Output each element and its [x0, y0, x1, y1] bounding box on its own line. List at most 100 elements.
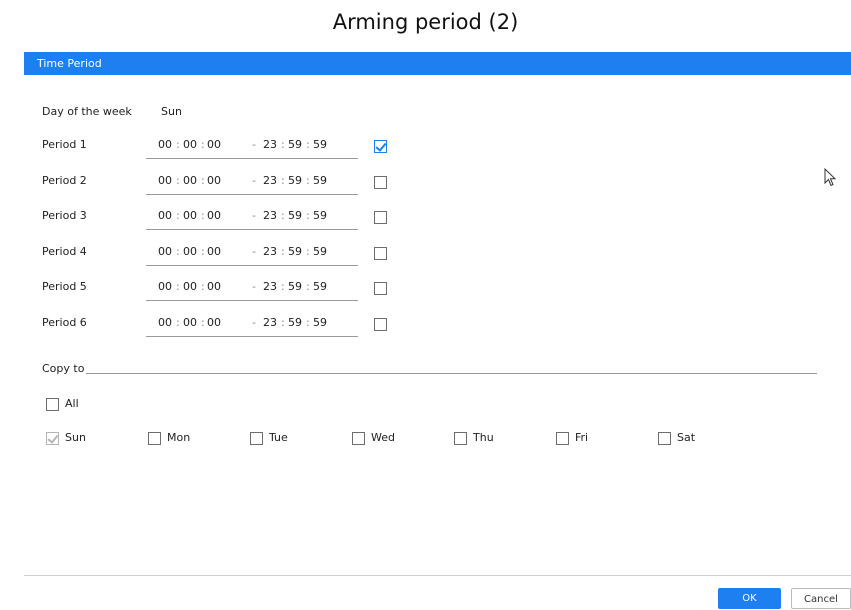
copy-day-checkbox[interactable] — [658, 432, 671, 445]
time-separator: : — [281, 209, 285, 222]
start-second-field[interactable]: 00 — [207, 245, 221, 258]
range-dash: - — [252, 209, 256, 222]
copy-to-label: Copy to — [42, 362, 85, 375]
day-of-week-label: Day of the week — [42, 105, 132, 118]
end-minute-field[interactable]: 59 — [288, 138, 302, 151]
range-dash: - — [252, 280, 256, 293]
ok-button[interactable]: OK — [718, 588, 781, 609]
range-dash: - — [252, 138, 256, 151]
end-hour-field[interactable]: 23 — [263, 138, 277, 151]
time-underline — [146, 158, 358, 159]
end-hour-field[interactable]: 23 — [263, 174, 277, 187]
copy-day-checkbox[interactable] — [148, 432, 161, 445]
start-hour-field[interactable]: 00 — [158, 209, 172, 222]
copy-day-label: Sun — [65, 431, 86, 444]
copy-day-checkbox[interactable] — [454, 432, 467, 445]
start-hour-field[interactable]: 00 — [158, 280, 172, 293]
time-separator: : — [306, 138, 310, 151]
end-second-field[interactable]: 59 — [313, 280, 327, 293]
range-dash: - — [252, 316, 256, 329]
start-minute-field[interactable]: 00 — [183, 316, 197, 329]
copy-day-label: Fri — [575, 431, 589, 444]
time-separator: : — [201, 138, 205, 151]
day-of-week-value: Sun — [161, 105, 182, 118]
period-row: Period 1 00:00:00-23:59:59 — [24, 138, 404, 162]
time-underline — [146, 229, 358, 230]
start-second-field[interactable]: 00 — [207, 138, 221, 151]
end-second-field[interactable]: 59 — [313, 245, 327, 258]
mouse-cursor-icon — [824, 168, 837, 187]
start-minute-field[interactable]: 00 — [183, 280, 197, 293]
time-separator: : — [281, 316, 285, 329]
time-separator: : — [176, 174, 180, 187]
time-separator: : — [281, 280, 285, 293]
copy-day-checkbox — [46, 432, 59, 445]
start-minute-field[interactable]: 00 — [183, 245, 197, 258]
time-period-dialog: Time Period Day of the week Sun Period 1… — [24, 52, 851, 609]
page-caption: Arming period (2) — [332, 10, 519, 34]
end-second-field[interactable]: 59 — [313, 138, 327, 151]
copy-all-checkbox[interactable] — [46, 398, 59, 411]
time-separator: : — [176, 245, 180, 258]
end-minute-field[interactable]: 59 — [288, 174, 302, 187]
period-label: Period 3 — [42, 209, 87, 222]
time-separator: : — [176, 209, 180, 222]
start-second-field[interactable]: 00 — [207, 209, 221, 222]
copy-day-label: Mon — [167, 431, 191, 444]
time-separator: : — [201, 316, 205, 329]
time-underline — [146, 265, 358, 266]
time-separator: : — [281, 138, 285, 151]
cancel-button[interactable]: Cancel — [791, 588, 851, 609]
time-separator: : — [201, 209, 205, 222]
time-separator: : — [201, 280, 205, 293]
period-enable-checkbox[interactable] — [374, 318, 387, 331]
time-separator: : — [281, 174, 285, 187]
end-minute-field[interactable]: 59 — [288, 209, 302, 222]
period-enable-checkbox[interactable] — [374, 176, 387, 189]
end-hour-field[interactable]: 23 — [263, 245, 277, 258]
end-minute-field[interactable]: 59 — [288, 245, 302, 258]
copy-day-checkbox[interactable] — [556, 432, 569, 445]
period-row: Period 6 00:00:00-23:59:59 — [24, 316, 404, 340]
end-second-field[interactable]: 59 — [313, 174, 327, 187]
start-minute-field[interactable]: 00 — [183, 209, 197, 222]
copy-day-label: Thu — [473, 431, 494, 444]
period-row: Period 2 00:00:00-23:59:59 — [24, 174, 404, 198]
period-enable-checkbox[interactable] — [374, 140, 387, 153]
period-enable-checkbox[interactable] — [374, 247, 387, 260]
end-second-field[interactable]: 59 — [313, 316, 327, 329]
range-dash: - — [252, 174, 256, 187]
end-hour-field[interactable]: 23 — [263, 209, 277, 222]
copy-to-divider — [86, 373, 817, 374]
time-underline — [146, 336, 358, 337]
copy-day-label: Sat — [677, 431, 696, 444]
start-minute-field[interactable]: 00 — [183, 174, 197, 187]
copy-day-label: Wed — [371, 431, 395, 444]
start-minute-field[interactable]: 00 — [183, 138, 197, 151]
start-hour-field[interactable]: 00 — [158, 138, 172, 151]
start-hour-field[interactable]: 00 — [158, 174, 172, 187]
end-minute-field[interactable]: 59 — [288, 280, 302, 293]
end-second-field[interactable]: 59 — [313, 209, 327, 222]
time-separator: : — [176, 316, 180, 329]
time-separator: : — [201, 245, 205, 258]
period-row: Period 5 00:00:00-23:59:59 — [24, 280, 404, 304]
time-separator: : — [306, 245, 310, 258]
period-enable-checkbox[interactable] — [374, 282, 387, 295]
end-hour-field[interactable]: 23 — [263, 316, 277, 329]
start-hour-field[interactable]: 00 — [158, 316, 172, 329]
copy-day-checkbox[interactable] — [352, 432, 365, 445]
time-separator: : — [176, 280, 180, 293]
time-separator: : — [306, 174, 310, 187]
end-hour-field[interactable]: 23 — [263, 280, 277, 293]
start-second-field[interactable]: 00 — [207, 316, 221, 329]
start-second-field[interactable]: 00 — [207, 280, 221, 293]
start-hour-field[interactable]: 00 — [158, 245, 172, 258]
dialog-title: Time Period — [24, 52, 851, 75]
period-enable-checkbox[interactable] — [374, 211, 387, 224]
start-second-field[interactable]: 00 — [207, 174, 221, 187]
period-label: Period 6 — [42, 316, 87, 329]
end-minute-field[interactable]: 59 — [288, 316, 302, 329]
period-label: Period 1 — [42, 138, 87, 151]
copy-day-checkbox[interactable] — [250, 432, 263, 445]
